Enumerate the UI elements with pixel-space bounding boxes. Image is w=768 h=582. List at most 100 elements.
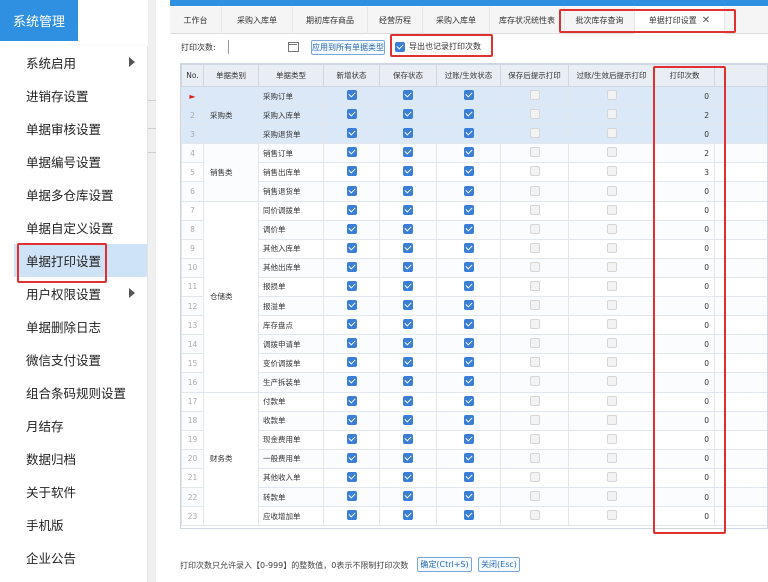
prompt-after-post-checkbox[interactable]	[606, 204, 617, 215]
post-state-checkbox[interactable]	[463, 166, 474, 177]
print-count-cell[interactable]: 0	[654, 334, 715, 355]
prompt-after-post-checkbox[interactable]	[606, 109, 617, 120]
table-row[interactable]: 4 销售类 销售订单 2	[181, 143, 767, 202]
prompt-after-post-checkbox[interactable]	[606, 471, 617, 482]
new-state-checkbox[interactable]	[346, 300, 357, 311]
print-count-cell[interactable]: 0	[654, 429, 715, 450]
post-state-checkbox[interactable]	[463, 90, 474, 101]
sidebar-item-7[interactable]: 用户权限设置	[14, 277, 147, 310]
table-row[interactable]: 19 现金费用单 0	[181, 429, 767, 450]
table-row[interactable]: 12 报溢单 0	[181, 296, 767, 317]
prompt-after-save-checkbox[interactable]	[529, 128, 540, 139]
new-state-checkbox[interactable]	[346, 338, 357, 349]
new-state-checkbox[interactable]	[346, 452, 357, 463]
column-header-3[interactable]: 新增状态	[323, 64, 380, 87]
print-count-cell[interactable]: 3	[654, 162, 715, 183]
new-state-checkbox[interactable]	[346, 166, 357, 177]
prompt-after-post-checkbox[interactable]	[606, 147, 617, 158]
new-state-checkbox[interactable]	[346, 510, 357, 521]
prompt-after-post-checkbox[interactable]	[606, 338, 617, 349]
table-row[interactable]: 5 销售出库单 3	[181, 162, 767, 183]
print-count-cell[interactable]: 0	[654, 181, 715, 202]
table-row[interactable]: ► 采购类 采购订单 0	[181, 85, 767, 145]
new-state-checkbox[interactable]	[346, 280, 357, 291]
prompt-after-save-checkbox[interactable]	[529, 300, 540, 311]
post-state-checkbox[interactable]	[463, 109, 474, 120]
new-state-checkbox[interactable]	[346, 376, 357, 387]
new-state-checkbox[interactable]	[346, 109, 357, 120]
post-state-checkbox[interactable]	[463, 433, 474, 444]
prompt-after-save-checkbox[interactable]	[529, 376, 540, 387]
new-state-checkbox[interactable]	[346, 414, 357, 425]
sidebar-item-1[interactable]: 进销存设置	[14, 79, 147, 112]
prompt-after-post-checkbox[interactable]	[606, 433, 617, 444]
prompt-after-post-checkbox[interactable]	[606, 452, 617, 463]
save-state-checkbox[interactable]	[403, 300, 413, 311]
tab-2[interactable]: 期初库存商品	[293, 7, 368, 34]
save-state-checkbox[interactable]	[403, 319, 413, 330]
prompt-after-save-checkbox[interactable]	[529, 510, 540, 521]
save-state-checkbox[interactable]	[403, 147, 413, 158]
save-state-checkbox[interactable]	[403, 185, 413, 196]
save-state-checkbox[interactable]	[403, 223, 413, 234]
print-count-cell[interactable]: 0	[654, 124, 715, 145]
save-state-checkbox[interactable]	[403, 376, 413, 387]
tab-3[interactable]: 经营历程	[368, 7, 423, 34]
close-button[interactable]: 关闭(Esc)	[478, 557, 520, 572]
post-state-checkbox[interactable]	[463, 471, 474, 482]
prompt-after-post-checkbox[interactable]	[606, 166, 617, 177]
post-state-checkbox[interactable]	[463, 242, 474, 253]
prompt-after-post-checkbox[interactable]	[606, 90, 617, 101]
post-state-checkbox[interactable]	[463, 395, 474, 406]
table-row[interactable]: 2 采购入库单 2	[181, 105, 767, 126]
new-state-checkbox[interactable]	[346, 128, 357, 139]
prompt-after-save-checkbox[interactable]	[529, 242, 540, 253]
tab-1[interactable]: 采购入库单	[222, 7, 293, 34]
post-state-checkbox[interactable]	[463, 223, 474, 234]
column-header-4[interactable]: 保存状态	[379, 64, 437, 87]
table-row[interactable]: 23 应收增加单 0	[181, 506, 767, 527]
new-state-checkbox[interactable]	[346, 90, 357, 101]
new-state-checkbox[interactable]	[346, 204, 357, 215]
tab-0[interactable]: 工作台	[170, 7, 222, 34]
new-state-checkbox[interactable]	[346, 357, 357, 368]
prompt-after-post-checkbox[interactable]	[606, 261, 617, 272]
sidebar-item-0[interactable]: 系统启用	[14, 46, 147, 79]
prompt-after-save-checkbox[interactable]	[529, 280, 540, 291]
table-row[interactable]: 22 转款单 0	[181, 486, 767, 508]
new-state-checkbox[interactable]	[346, 433, 357, 444]
print-count-cell[interactable]: 0	[654, 219, 715, 240]
prompt-after-save-checkbox[interactable]	[529, 166, 540, 177]
prompt-after-post-checkbox[interactable]	[606, 414, 617, 425]
sidebar-item-4[interactable]: 单据多仓库设置	[14, 178, 147, 211]
new-state-checkbox[interactable]	[346, 223, 357, 234]
table-row[interactable]: 18 收款单 0	[181, 410, 767, 431]
export-log-checkbox[interactable]: 导出也记录打印次数	[395, 41, 481, 52]
table-row[interactable]: 9 其他入库单 0	[181, 238, 767, 259]
tab-6[interactable]: 批次库存查询	[565, 7, 635, 34]
prompt-after-post-checkbox[interactable]	[606, 280, 617, 291]
sidebar-item-2[interactable]: 单据审核设置	[14, 112, 147, 145]
sidebar-item-9[interactable]: 微信支付设置	[14, 343, 147, 376]
sidebar-item-5[interactable]: 单据自定义设置	[14, 211, 147, 244]
prompt-after-save-checkbox[interactable]	[529, 452, 540, 463]
column-header-6[interactable]: 保存后提示打印	[500, 64, 569, 87]
prompt-after-post-checkbox[interactable]	[606, 128, 617, 139]
new-state-checkbox[interactable]	[346, 491, 357, 502]
new-state-checkbox[interactable]	[346, 147, 357, 158]
prompt-after-save-checkbox[interactable]	[529, 319, 540, 330]
save-state-checkbox[interactable]	[403, 433, 413, 444]
tab-7[interactable]: 单据打印设置 ✕	[635, 7, 725, 34]
new-state-checkbox[interactable]	[346, 185, 357, 196]
column-header-1[interactable]: 单据类别	[203, 64, 259, 87]
prompt-after-save-checkbox[interactable]	[529, 338, 540, 349]
table-row[interactable]: 17 财务类 付款单 0	[181, 391, 767, 527]
prompt-after-save-checkbox[interactable]	[529, 261, 540, 272]
table-row[interactable]: 7 仓储类 同价调拨单 0	[181, 200, 767, 393]
print-count-cell[interactable]: 2	[654, 105, 715, 126]
table-row[interactable]: 6 销售退货单 0	[181, 181, 767, 202]
sidebar-item-3[interactable]: 单据编号设置	[14, 145, 147, 178]
post-state-checkbox[interactable]	[463, 414, 474, 425]
column-header-2[interactable]: 单据类型	[258, 64, 324, 87]
tab-5[interactable]: 库存状况统性表	[490, 7, 565, 34]
